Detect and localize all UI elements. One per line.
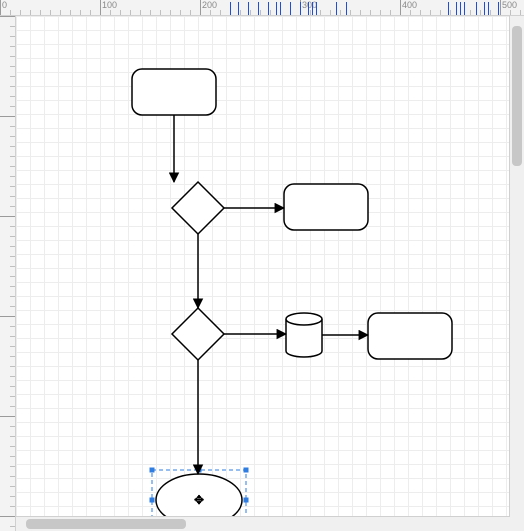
scrollbar-vertical[interactable] <box>509 16 524 531</box>
scrollbar-horizontal[interactable] <box>16 516 510 531</box>
ruler-vertical[interactable] <box>0 16 16 531</box>
selection-handle[interactable] <box>150 498 155 503</box>
ruler-horizontal[interactable]: 0 100 200 300 400 500 <box>0 0 524 16</box>
ruler-label: 300 <box>302 0 317 10</box>
ruler-label: 0 <box>2 0 7 10</box>
process-shape[interactable] <box>284 184 368 230</box>
ruler-label: 500 <box>502 0 517 10</box>
selection-handle[interactable] <box>150 468 155 473</box>
selection-handle[interactable] <box>244 468 249 473</box>
decision-shape[interactable] <box>172 308 224 360</box>
process-shape[interactable] <box>132 69 216 115</box>
diagram-canvas[interactable]: ✥ <box>16 16 524 531</box>
move-icon: ✥ <box>194 493 204 507</box>
scrollbar-thumb[interactable] <box>26 519 186 529</box>
process-shape[interactable] <box>368 313 452 359</box>
ruler-label: 400 <box>402 0 417 10</box>
selection-handle[interactable] <box>244 498 249 503</box>
database-shape[interactable] <box>286 313 322 357</box>
scrollbar-thumb[interactable] <box>512 26 522 166</box>
ruler-label: 100 <box>102 0 117 10</box>
decision-shape[interactable] <box>172 182 224 234</box>
ruler-label: 200 <box>202 0 217 10</box>
